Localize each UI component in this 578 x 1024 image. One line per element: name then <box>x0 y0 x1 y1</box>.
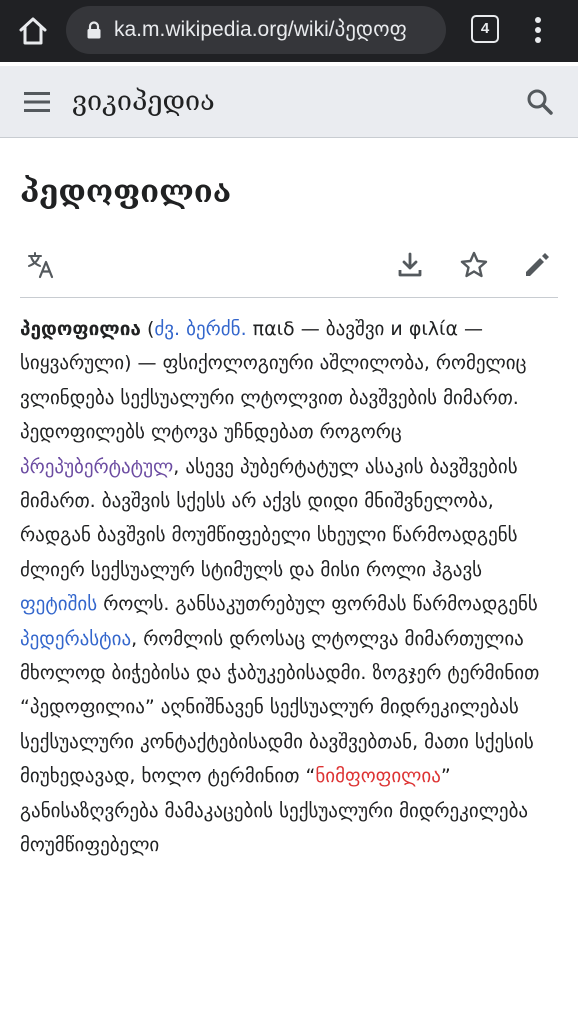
article-paragraph: პედოფილია (ძვ. ბერძნ. παιδ — ბავშვი и φι… <box>20 312 560 863</box>
etymology-link[interactable]: ძვ. ბერძნ. <box>154 318 246 340</box>
nymphophilia-link[interactable]: ნიმფოფილია <box>315 765 441 787</box>
article-text: , რომლის დროსაც ლტოლვა მიმართულია მხოლოდ… <box>20 627 540 788</box>
hamburger-menu-icon[interactable] <box>24 90 50 114</box>
search-icon[interactable] <box>526 88 554 116</box>
star-icon[interactable] <box>459 250 489 280</box>
address-bar[interactable]: ka.m.wikipedia.org/wiki/პედოფ <box>66 6 446 54</box>
fetish-link[interactable]: ფეტიშის <box>20 593 97 615</box>
lock-icon <box>86 21 102 39</box>
tab-switcher-button[interactable]: 4 <box>471 15 499 43</box>
pederasty-link[interactable]: პედერასტია <box>20 628 131 650</box>
language-icon[interactable] <box>26 250 56 280</box>
site-header: ვიკიპედია <box>0 66 578 138</box>
more-options-icon[interactable] <box>526 14 550 46</box>
download-icon[interactable] <box>395 250 425 280</box>
site-title[interactable]: ვიკიპედია <box>72 84 215 120</box>
page-actions <box>20 240 558 298</box>
article-term: პედოფილია <box>20 318 141 340</box>
edit-pencil-icon[interactable] <box>522 250 552 280</box>
url-text[interactable]: ka.m.wikipedia.org/wiki/პედოფ <box>114 18 440 42</box>
article-text: როლს. განსაკუთრებულ ფორმას წარმოადგენს <box>97 593 538 616</box>
prepubertal-link[interactable]: პრეპუბერტატულ <box>20 456 173 478</box>
paren-open: ( <box>140 318 155 340</box>
page-title: პედოფილია <box>20 174 232 210</box>
home-icon[interactable] <box>14 12 52 50</box>
browser-toolbar: ka.m.wikipedia.org/wiki/პედოფ 4 <box>0 0 578 62</box>
